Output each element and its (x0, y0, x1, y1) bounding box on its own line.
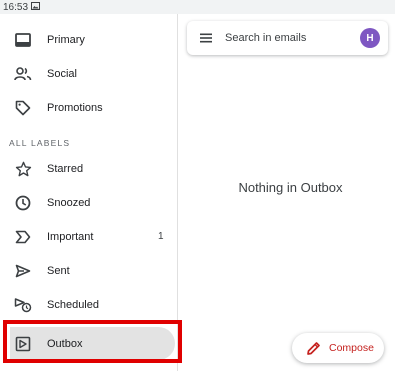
important-icon (14, 228, 32, 246)
drawer-item-label: Snoozed (47, 196, 91, 209)
drawer-item-label: Scheduled (47, 298, 99, 311)
clock-icon (14, 194, 32, 212)
search-bar[interactable]: Search in emails H (187, 21, 388, 55)
pencil-icon (306, 341, 321, 361)
section-header-all-labels: ALL LABELS (9, 138, 71, 148)
menu-icon[interactable] (199, 31, 213, 49)
drawer-item-label: Primary (47, 33, 85, 46)
tag-icon (14, 99, 32, 117)
search-input[interactable]: Search in emails (225, 32, 306, 44)
inbox-icon (14, 31, 32, 49)
status-bar: 16:53 (0, 0, 395, 14)
star-icon (14, 160, 32, 178)
scheduled-send-icon (14, 296, 32, 314)
drawer-item-social[interactable]: Social (0, 57, 177, 90)
drawer-item-outbox[interactable]: Outbox (10, 327, 175, 360)
image-icon (31, 1, 41, 13)
drawer-item-sent[interactable]: Sent (0, 254, 177, 287)
avatar[interactable]: H (360, 28, 380, 48)
drawer-item-promotions[interactable]: Promotions (0, 91, 177, 124)
drawer-item-label: Outbox (47, 337, 83, 350)
drawer-item-label: Important (47, 230, 94, 243)
status-time: 16:53 (3, 1, 29, 13)
drawer-item-snoozed[interactable]: Snoozed (0, 186, 177, 219)
drawer-item-scheduled[interactable]: Scheduled (0, 288, 177, 321)
drawer-item-label: Social (47, 67, 77, 80)
people-icon (14, 65, 32, 83)
compose-button[interactable]: Compose (292, 333, 384, 363)
navigation-drawer: Primary Social Promotions ALL LABELS Sta… (0, 14, 178, 371)
empty-state-message: Nothing in Outbox (238, 180, 343, 195)
drawer-item-starred[interactable]: Starred (0, 152, 177, 185)
drawer-item-label: Promotions (47, 101, 103, 114)
drawer-item-primary[interactable]: Primary (0, 23, 177, 56)
compose-label: Compose (329, 342, 374, 354)
send-icon (14, 262, 32, 280)
drawer-item-important[interactable]: Important 1 (0, 220, 177, 253)
drawer-item-label: Starred (47, 162, 84, 175)
outbox-icon (14, 335, 32, 353)
unread-count: 1 (158, 231, 164, 242)
drawer-item-label: Sent (47, 264, 70, 277)
